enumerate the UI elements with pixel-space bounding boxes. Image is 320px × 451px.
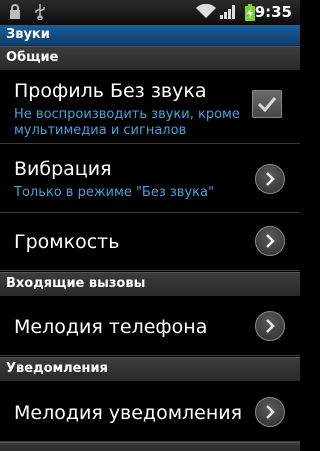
- clock: 9:35: [254, 3, 292, 21]
- chevron-right-icon: [255, 226, 285, 256]
- row-title: Мелодия уведомления: [14, 402, 243, 424]
- ringtone-row[interactable]: Мелодия телефона: [0, 296, 300, 356]
- section-header-general: Общие: [0, 46, 300, 70]
- battery-charging-icon: [245, 4, 255, 25]
- chevron-right-icon: [255, 397, 285, 427]
- row-title: Вибрация: [14, 158, 112, 180]
- section-header-incoming-calls: Входящие вызовы: [0, 272, 300, 296]
- signal-icon: [220, 4, 236, 23]
- screen-title: Звуки: [6, 27, 50, 42]
- silent-profile-checkbox[interactable]: [252, 90, 282, 118]
- section-label: Уведомления: [6, 361, 108, 376]
- status-bar: 9:35: [0, 0, 300, 25]
- row-title: Громкость: [14, 231, 120, 253]
- chevron-right-icon: [255, 164, 285, 194]
- chevron-right-icon: [255, 311, 285, 341]
- volume-row[interactable]: Громкость: [0, 213, 300, 271]
- row-title: Мелодия телефона: [14, 316, 208, 338]
- wifi-icon: [196, 3, 216, 23]
- section-header-notifications: Уведомления: [0, 357, 300, 381]
- notification-tone-row[interactable]: Мелодия уведомления: [0, 381, 300, 442]
- screen-title-bar: Звуки: [0, 25, 300, 46]
- check-icon: [257, 97, 277, 113]
- usb-icon: [34, 4, 46, 24]
- section-label: Общие: [6, 50, 59, 65]
- section-label: Входящие вызовы: [6, 276, 146, 291]
- row-subtitle: Не воспроизводить звуки, кроме мультимед…: [14, 107, 240, 138]
- row-subtitle: Только в режиме "Без звука": [14, 185, 214, 200]
- silent-profile-row[interactable]: Профиль Без звука Не воспроизводить звук…: [0, 70, 300, 144]
- row-title: Профиль Без звука: [14, 80, 207, 102]
- vibration-row[interactable]: Вибрация Только в режиме "Без звука": [0, 144, 300, 213]
- lock-icon: [9, 4, 21, 24]
